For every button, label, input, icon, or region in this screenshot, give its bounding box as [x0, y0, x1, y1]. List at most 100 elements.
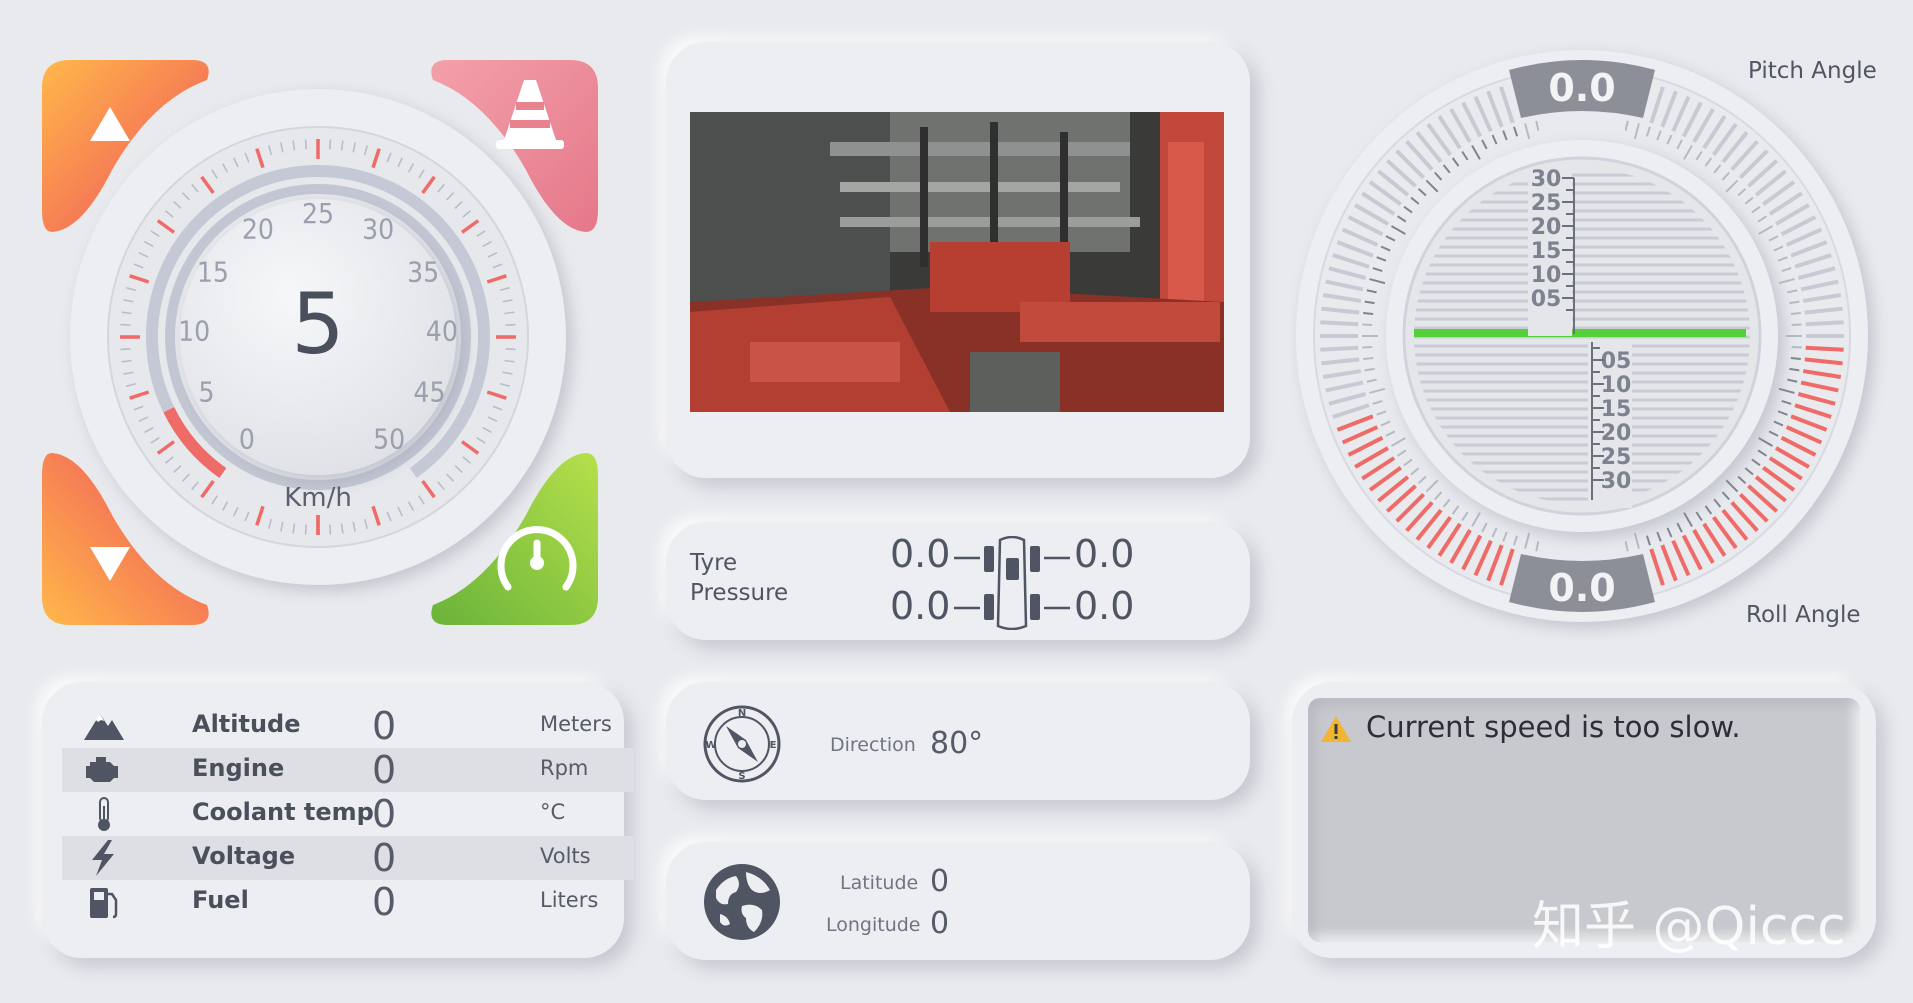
info-value: 0	[372, 792, 397, 836]
pitch-tick	[1790, 356, 1801, 360]
speed-value: 5	[291, 275, 345, 373]
info-row-altitude: Altitude 0 Meters	[62, 704, 634, 748]
roll-ladder-label: 05	[1601, 349, 1632, 374]
vehicle-top-icon	[954, 536, 1070, 630]
pitch-tick	[1363, 312, 1374, 316]
info-row-voltage: Voltage 0 Volts	[62, 836, 634, 880]
longitude-value: 0	[930, 906, 950, 941]
tyre-rear-right: 0.0	[1074, 584, 1135, 628]
pitch-tick	[1362, 345, 1373, 349]
speed-tick-label: 20	[242, 213, 274, 246]
speed-tick	[505, 348, 516, 351]
globe-icon	[704, 864, 780, 940]
info-row-coolant-temp: Coolant temp 0 °C	[62, 792, 634, 836]
speed-tick	[120, 348, 131, 351]
pitch-label: 30	[1531, 167, 1562, 192]
roll-ladder-label: 20	[1601, 421, 1632, 446]
longitude-label: Longitude	[826, 914, 921, 936]
thermometer-icon	[84, 796, 124, 832]
speed-tick	[329, 139, 332, 150]
alert-message: Current speed is too slow.	[1366, 710, 1741, 744]
direction-label: Direction	[830, 734, 916, 756]
speed-tick-label: 50	[373, 423, 405, 456]
alert-panel: Current speed is too slow. 知乎 @Qiccc	[1292, 682, 1876, 958]
pitch-label: 25	[1531, 191, 1562, 216]
compass-icon: N E S W	[703, 705, 781, 783]
speed-tick	[304, 139, 307, 150]
speedometer: 0 5 10 15 20 25 30 35 40 45 50 5 Km/h	[40, 55, 610, 625]
speed-tick-label: 10	[178, 315, 210, 348]
tyre-front-right: 0.0	[1074, 532, 1135, 576]
speed-tick-label: 5	[199, 375, 215, 408]
roll-angle-label: Roll Angle	[1746, 602, 1861, 628]
speed-tick-label: 0	[239, 423, 255, 456]
info-unit: Volts	[540, 844, 591, 868]
info-label: Voltage	[192, 842, 296, 870]
pitch-angle-label: Pitch Angle	[1748, 58, 1877, 84]
svg-text:N: N	[738, 708, 746, 719]
info-value: 0	[372, 748, 397, 792]
roll-tick	[1805, 345, 1844, 352]
speed-tick	[505, 323, 516, 326]
roll-ladder-label: 30	[1601, 469, 1632, 494]
info-row-fuel: Fuel 0 Liters	[62, 880, 634, 924]
pitch-tick	[1363, 356, 1374, 360]
speed-unit: Km/h	[284, 483, 352, 513]
lightning-icon	[84, 840, 124, 876]
speed-tick-label: 35	[407, 255, 439, 288]
engine-icon	[84, 752, 124, 788]
speed-tick-label: 40	[426, 315, 458, 348]
info-label: Coolant temp	[192, 798, 374, 826]
roll-value: 0.0	[1548, 566, 1615, 610]
info-row-engine: Engine 0 Rpm	[62, 748, 634, 792]
speed-tick-label: 15	[197, 255, 229, 288]
direction-value: 80°	[930, 726, 984, 761]
roll-tick	[1320, 345, 1359, 352]
latitude-label: Latitude	[840, 872, 919, 894]
direction-panel: N E S W Direction 80°	[666, 682, 1250, 800]
location-panel: Latitude 0 Longitude 0	[666, 842, 1250, 960]
camera-panel	[666, 42, 1250, 478]
vehicle-info-panel: Altitude 0 Meters Engine 0 Rpm Coolant temp 0 °C…	[42, 682, 634, 958]
svg-text:S: S	[738, 771, 745, 782]
info-label: Altitude	[192, 710, 301, 738]
attitude-indicator: 30 25 20 15 10 05 05 10 15 20 25 30 0.0 0.0	[1290, 40, 1890, 640]
info-unit: Liters	[540, 888, 599, 912]
info-label: Engine	[192, 754, 285, 782]
pitch-tick	[1790, 312, 1801, 316]
pitch-tick	[1362, 323, 1373, 327]
pitch-tick	[1791, 345, 1802, 349]
pitch-label: 05	[1531, 287, 1562, 312]
info-value: 0	[372, 880, 397, 924]
info-value: 0	[372, 704, 397, 748]
roll-tick	[1805, 320, 1844, 327]
warning-icon	[1321, 716, 1351, 742]
info-unit: Rpm	[540, 756, 589, 780]
speed-tick	[304, 524, 307, 535]
roll-tick	[1320, 320, 1359, 327]
pitch-label: 20	[1531, 215, 1562, 240]
roll-ladder-label: 15	[1601, 397, 1632, 422]
svg-text:W: W	[705, 740, 716, 751]
pitch-label: 15	[1531, 239, 1562, 264]
speed-tick-label: 25	[302, 197, 334, 230]
camera-feed[interactable]	[690, 112, 1224, 412]
tyre-front-left: 0.0	[890, 532, 951, 576]
info-label: Fuel	[192, 886, 249, 914]
roll-ladder-label: 25	[1601, 445, 1632, 470]
pitch-tick	[1791, 323, 1802, 327]
info-unit: Meters	[540, 712, 612, 736]
info-value: 0	[372, 836, 397, 880]
tyre-rear-left: 0.0	[890, 584, 951, 628]
svg-text:E: E	[770, 740, 777, 751]
mountain-icon	[84, 708, 124, 744]
pitch-label: 10	[1531, 263, 1562, 288]
info-unit: °C	[540, 800, 566, 824]
watermark: 知乎 @Qiccc	[1532, 897, 1846, 957]
tyre-pressure-panel: Tyre Pressure 0.0 0.0 0.0 0.0	[666, 522, 1250, 640]
fuel-pump-icon	[84, 884, 124, 920]
tyre-pressure-label: Tyre Pressure	[690, 550, 789, 606]
speed-tick-label: 45	[413, 375, 445, 408]
alert-box: Current speed is too slow. 知乎 @Qiccc	[1308, 698, 1860, 957]
speed-tick-label: 30	[362, 213, 394, 246]
